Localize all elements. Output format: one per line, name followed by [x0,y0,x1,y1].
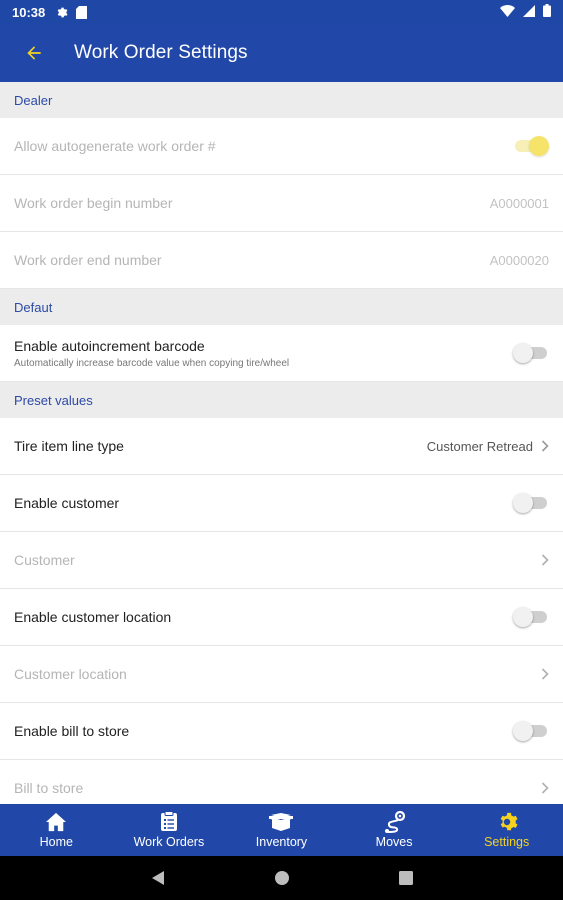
autoincrement-barcode-description: Automatically increase barcode value whe… [14,357,290,369]
enable-customer-label: Enable customer [14,495,120,511]
autoincrement-barcode-row[interactable]: Enable autoincrement barcode Automatical… [0,325,563,382]
enable-customer-location-toggle[interactable] [513,607,549,627]
section-header-preset-values: Preset values [0,382,563,418]
bill-to-store-label: Bill to store [14,780,84,796]
nav-settings[interactable]: Settings [450,804,563,856]
tire-item-line-type-row[interactable]: Tire item line type Customer Retread [0,418,563,475]
enable-customer-location-row[interactable]: Enable customer location [0,589,563,646]
chevron-right-icon [541,782,549,794]
customer-location-row[interactable]: Customer location [0,646,563,703]
work-order-end-number-value: A0000020 [489,252,549,268]
settings-list: Dealer Allow autogenerate work order # W… [0,82,563,804]
battery-icon [543,4,551,20]
system-home-button[interactable] [270,866,294,890]
enable-customer-row[interactable]: Enable customer [0,475,563,532]
home-icon [45,812,67,832]
settings-status-icon [55,6,68,19]
triangle-back-icon [151,871,164,885]
work-order-begin-number-label: Work order begin number [14,195,173,211]
back-button[interactable] [6,24,62,82]
inventory-icon [269,812,294,832]
chevron-right-icon [541,554,549,566]
tire-item-line-type-label: Tire item line type [14,438,124,454]
status-time: 10:38 [12,4,46,20]
chevron-right-icon [541,668,549,680]
autoincrement-barcode-toggle[interactable] [513,343,549,363]
gear-icon [496,812,518,832]
allow-autogenerate-toggle[interactable] [513,136,549,156]
enable-bill-to-store-toggle[interactable] [513,721,549,741]
enable-customer-toggle[interactable] [513,493,549,513]
route-icon [382,810,406,833]
nav-work-orders-label: Work Orders [133,834,205,849]
system-recents-button[interactable] [394,866,418,890]
allow-autogenerate-label: Allow autogenerate work order # [14,138,216,154]
nav-work-orders[interactable]: Work Orders [113,804,226,856]
work-order-end-number-label: Work order end number [14,252,162,268]
nav-inventory-label: Inventory [255,834,308,849]
nav-home-label: Home [39,834,73,849]
system-back-button[interactable] [146,866,170,890]
nav-moves-label: Moves [375,834,413,849]
bill-to-store-row[interactable]: Bill to store [0,760,563,804]
section-header-dealer: Dealer [0,82,563,118]
work-order-begin-number-value: A0000001 [489,195,549,211]
allow-autogenerate-row[interactable]: Allow autogenerate work order # [0,118,563,175]
customer-row[interactable]: Customer [0,532,563,589]
clipboard-icon [160,811,178,832]
wifi-icon [500,4,515,20]
section-header-default: Defaut [0,289,563,325]
work-order-end-number-row[interactable]: Work order end number A0000020 [0,232,563,289]
nav-home[interactable]: Home [0,804,113,856]
customer-label: Customer [14,552,75,568]
nav-moves[interactable]: Moves [338,804,451,856]
sd-card-icon [76,5,88,19]
work-order-begin-number-row[interactable]: Work order begin number A0000001 [0,175,563,232]
nav-settings-label: Settings [484,834,530,849]
enable-bill-to-store-label: Enable bill to store [14,723,130,739]
status-bar: 10:38 [0,0,563,24]
circle-home-icon [274,871,289,885]
tire-item-line-type-value: Customer Retread [426,438,533,454]
app-bar: Work Order Settings [0,24,563,82]
bottom-navigation: Home Work Orders Inventory Moves Setting… [0,804,563,856]
system-navigation-bar [0,856,563,900]
chevron-right-icon [541,440,549,452]
page-title: Work Order Settings [74,42,248,63]
signal-icon [523,4,535,20]
square-recents-icon [398,871,413,885]
arrow-left-icon [27,46,41,60]
nav-inventory[interactable]: Inventory [225,804,338,856]
enable-bill-to-store-row[interactable]: Enable bill to store [0,703,563,760]
enable-customer-location-label: Enable customer location [14,609,172,625]
autoincrement-barcode-label: Enable autoincrement barcode [14,337,205,354]
customer-location-label: Customer location [14,666,127,682]
